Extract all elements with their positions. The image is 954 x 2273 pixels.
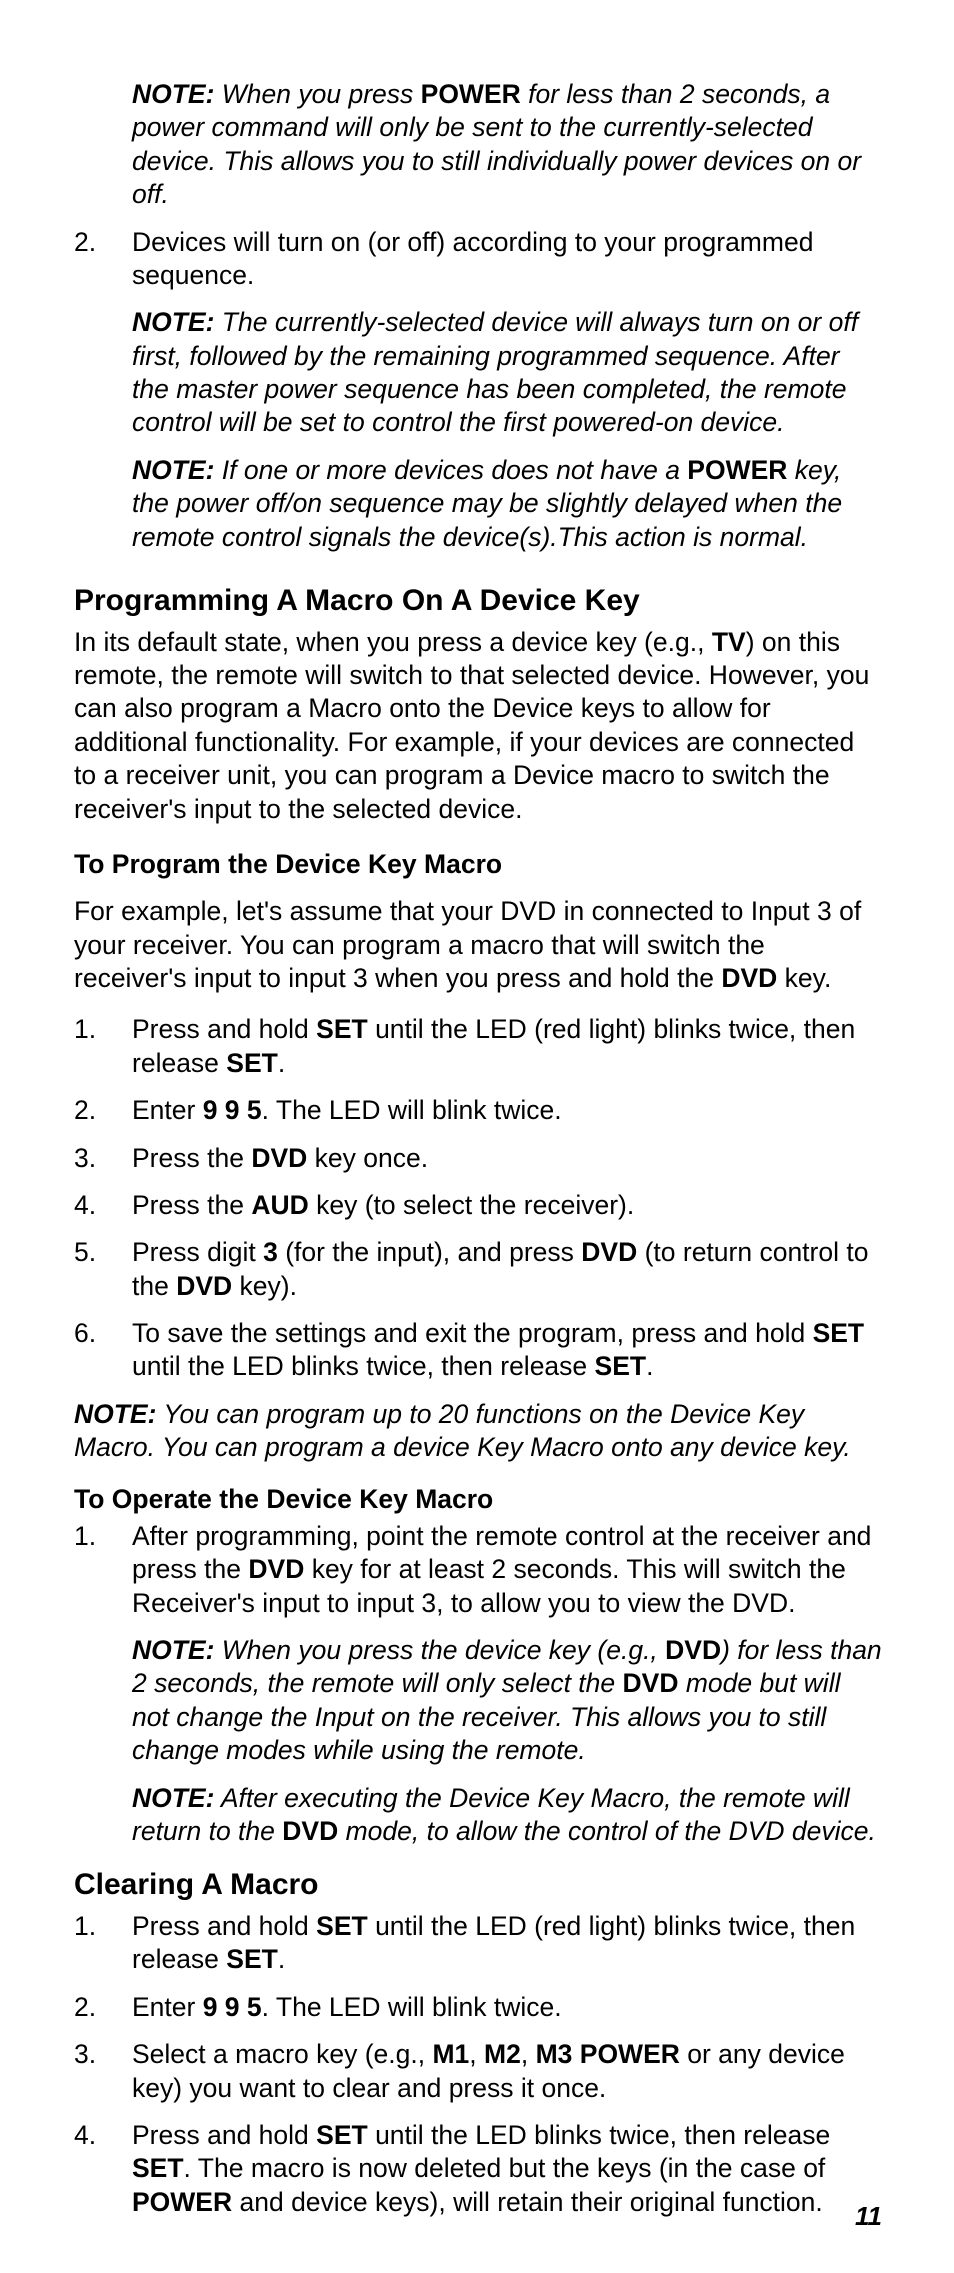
- note: NOTE: After executing the Device Key Mac…: [132, 1782, 882, 1849]
- heading-clearing-macro: Clearing A Macro: [74, 1866, 882, 1904]
- list-item-body: After programming, point the remote cont…: [132, 1520, 882, 1620]
- list-item-number: 2.: [74, 1991, 122, 2024]
- page-number: 11: [855, 2200, 882, 2233]
- note-power-short-press: NOTE: When you press POWER for less than…: [132, 78, 882, 212]
- list-item-number: 3.: [74, 2038, 122, 2071]
- list-item: 3. Select a macro key (e.g., M1, M2, M3 P…: [74, 2038, 882, 2105]
- list-item-body: To save the settings and exit the progra…: [132, 1317, 882, 1384]
- heading-to-operate: To Operate the Device Key Macro: [74, 1483, 882, 1516]
- list-item: 1. Press and hold SET until the LED (red …: [74, 1910, 882, 1977]
- list-item-number: 1.: [74, 1520, 122, 1553]
- heading-programming-macro: Programming A Macro On A Device Key: [74, 582, 882, 620]
- list-item: 1. Press and hold SET until the LED (red …: [74, 1013, 882, 1080]
- note: NOTE: The currently-selected device will…: [132, 306, 882, 440]
- list-item-number: 3.: [74, 1142, 122, 1175]
- list-item-body: Select a macro key (e.g., M1, M2, M3 POW…: [132, 2038, 882, 2105]
- paragraph-to-program-example: For example, let's assume that your DVD …: [74, 895, 882, 995]
- list-item: 2. Devices will turn on (or off) accordin…: [74, 226, 882, 293]
- list-item-body: Enter 9 9 5. The LED will blink twice.: [132, 1094, 882, 1127]
- list-item-body: Press and hold SET until the LED (red li…: [132, 1910, 882, 1977]
- list-item-number: 1.: [74, 1013, 122, 1046]
- list-item-body: Press and hold SET until the LED (red li…: [132, 1013, 882, 1080]
- power-sequence-items: 2. Devices will turn on (or off) accordin…: [74, 226, 882, 554]
- list-item: 2. Enter 9 9 5. The LED will blink twice.: [74, 1094, 882, 1127]
- heading-to-program: To Program the Device Key Macro: [74, 848, 882, 881]
- list-item: 4. Press and hold SET until the LED blink…: [74, 2119, 882, 2219]
- list-item: 1. After programming, point the remote co…: [74, 1520, 882, 1620]
- list-item-body: Press the DVD key once.: [132, 1142, 882, 1175]
- list-item-number: 6.: [74, 1317, 122, 1350]
- list-item: 2. Enter 9 9 5. The LED will blink twice.: [74, 1991, 882, 2024]
- list-item-number: 2.: [74, 226, 122, 259]
- list-item: 3. Press the DVD key once.: [74, 1142, 882, 1175]
- note: NOTE: If one or more devices does not ha…: [132, 454, 882, 554]
- list-item-number: 5.: [74, 1236, 122, 1269]
- operate-macro-steps: 1. After programming, point the remote co…: [74, 1520, 882, 1848]
- list-item-body: Press and hold SET until the LED blinks …: [132, 2119, 882, 2219]
- list-item-number: 4.: [74, 2119, 122, 2152]
- list-item-body: Devices will turn on (or off) according …: [132, 226, 882, 293]
- paragraph-programming-intro: In its default state, when you press a d…: [74, 626, 882, 826]
- list-item-body: Enter 9 9 5. The LED will blink twice.: [132, 1991, 882, 2024]
- list-item-number: 1.: [74, 1910, 122, 1943]
- clear-macro-steps: 1. Press and hold SET until the LED (red …: [74, 1910, 882, 2219]
- list-item: 4. Press the AUD key (to select the recei…: [74, 1189, 882, 1222]
- list-item-body: Press the AUD key (to select the receive…: [132, 1189, 882, 1222]
- program-macro-steps: 1. Press and hold SET until the LED (red …: [74, 1013, 882, 1383]
- list-item: 6. To save the settings and exit the prog…: [74, 1317, 882, 1384]
- note-macro-capacity: NOTE: You can program up to 20 functions…: [74, 1398, 882, 1465]
- list-item-body: Press digit 3 (for the input), and press…: [132, 1236, 882, 1303]
- note: NOTE: When you press the device key (e.g…: [132, 1634, 882, 1768]
- list-item: 5. Press digit 3 (for the input), and pre…: [74, 1236, 882, 1303]
- list-item-number: 4.: [74, 1189, 122, 1222]
- list-item-number: 2.: [74, 1094, 122, 1127]
